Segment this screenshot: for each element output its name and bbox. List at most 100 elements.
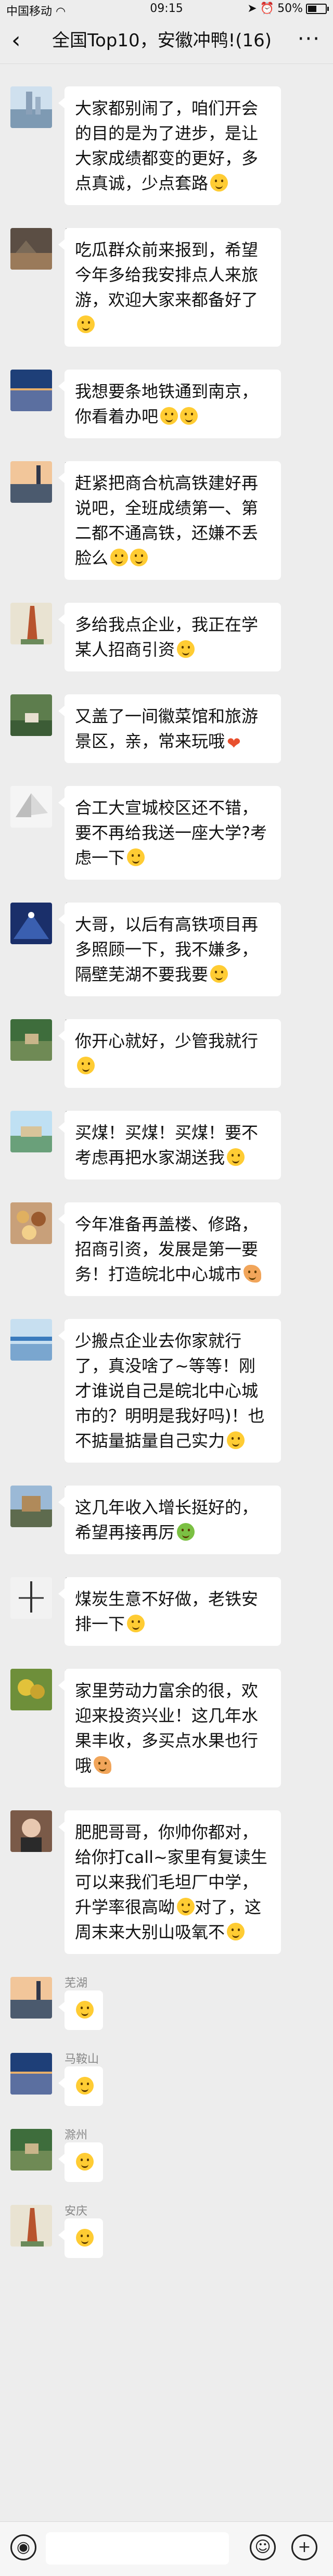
message-bubble[interactable] <box>58 2142 103 2182</box>
message-item: 芜湖 <box>0 1977 333 2030</box>
avatar[interactable] <box>10 1486 52 1527</box>
message-text: 大哥，以后有高铁项目再多照顾一下，我不嫌多，隔壁芜湖不要我要 <box>75 915 259 984</box>
message-item: 合肥大家都别闹了，咱们开会的目的是为了进步，是让大家成绩都变的更好，多点真诚，少… <box>0 86 333 205</box>
alarm-icon: ⏰ <box>260 2 275 15</box>
message-item: 滁州 <box>0 2129 333 2182</box>
message-text: 合工大宣城校区还不错，要不再给我送一座大学?考虑一下 <box>75 798 267 868</box>
input-bar: ◉ ☺ + <box>0 2521 333 2576</box>
avatar[interactable] <box>10 1810 52 1852</box>
smile-emoji <box>160 407 178 425</box>
sender-nickname: 安庆 <box>65 2205 88 2218</box>
avatar[interactable] <box>10 86 52 128</box>
battery-percent: 50% <box>277 2 303 15</box>
more-dots-icon[interactable]: ··· <box>298 27 321 51</box>
message-bubble[interactable]: 我想要条地铁通到南京，你看着办吧 <box>58 370 281 438</box>
avatar[interactable] <box>10 1977 52 2019</box>
voice-icon[interactable]: ◉ <box>10 2534 36 2560</box>
message-input[interactable] <box>46 2532 229 2565</box>
message-bubble[interactable]: 煤炭生意不好做，老铁安排一下 <box>58 1577 281 1646</box>
grin-emoji <box>77 315 95 333</box>
message-bubble[interactable]: 合工大宣城校区还不错，要不再给我送一座大学?考虑一下 <box>58 786 281 880</box>
avatar[interactable] <box>10 2053 52 2095</box>
message-bubble[interactable]: 大哥，以后有高铁项目再多照顾一下，我不嫌多，隔壁芜湖不要我要 <box>58 903 281 996</box>
message-item: 淮北煤炭生意不好做，老铁安排一下 <box>0 1577 333 1646</box>
avatar[interactable] <box>10 2205 52 2247</box>
message-item: 安庆多给我点企业，我正在学某人招商引资 <box>0 603 333 671</box>
message-bubble[interactable]: 赶紧把商合杭高铁建好再说吧，全班成绩第一、第二都不通高铁，还嫌不丢脸么 <box>58 461 281 580</box>
smile-emoji <box>127 848 145 866</box>
sender-nickname: 马鞍山 <box>65 2053 99 2066</box>
avatar[interactable] <box>10 1111 52 1152</box>
message-text: 煤炭生意不好做，老铁安排一下 <box>75 1589 259 1634</box>
location-icon: ➤ <box>247 2 257 15</box>
back-arrow-icon[interactable]: ‹ <box>11 29 21 52</box>
avatar[interactable] <box>10 603 52 644</box>
message-item: 阜阳今年准备再盖楼、修路，招商引资，发展是第一要务！打造皖北中心城市 <box>0 1202 333 1296</box>
emoji-face-icon[interactable]: ☺ <box>250 2534 276 2560</box>
smile-emoji <box>77 1057 95 1074</box>
avatar[interactable] <box>10 903 52 944</box>
message-item: 宿州家里劳动力富余的很，欢迎来投资兴业！这几年水果丰收，多买点水果也行哦 <box>0 1669 333 1787</box>
smile-emoji <box>180 407 198 425</box>
grin-emoji <box>177 640 195 658</box>
smile-emoji <box>76 2077 94 2095</box>
message-bubble[interactable]: 多给我点企业，我正在学某人招商引资 <box>58 603 281 671</box>
message-bubble[interactable]: 你开心就好，少管我就行 <box>58 1019 281 1088</box>
avatar[interactable] <box>10 1669 52 1710</box>
message-item: 滁州你开心就好，少管我就行 <box>0 1019 333 1088</box>
message-bubble[interactable]: 吃瓜群众前来报到，希望今年多给我安排点人来旅游，欢迎大家来都备好了 <box>58 228 281 347</box>
avatar[interactable] <box>10 370 52 411</box>
chat-header: ‹ 全国Top10，安徽冲鸭!(16) ··· <box>0 19 333 64</box>
message-bubble[interactable]: 这几年收入增长挺好的，希望再接再厉 <box>58 1486 281 1554</box>
message-text: 今年准备再盖楼、修路，招商引资，发展是第一要务！打造皖北中心城市 <box>75 1214 259 1284</box>
status-right: ➤ ⏰ 50% <box>247 2 329 15</box>
sender-nickname: 滁州 <box>65 2129 88 2142</box>
message-item: 安庆 <box>0 2205 333 2258</box>
avatar[interactable] <box>10 228 52 270</box>
message-item: 宣城合工大宣城校区还不错，要不再给我送一座大学?考虑一下 <box>0 786 333 880</box>
avatar[interactable] <box>10 2129 52 2171</box>
message-bubble[interactable]: 买煤！买煤！买煤！要不考虑再把水家湖送我 <box>58 1111 281 1179</box>
message-bubble[interactable] <box>58 2218 103 2258</box>
message-item: 蚌埠少搬点企业去你家就行了，真没啥了~等等！刚才谁说自己是皖北中心城市的？明明是… <box>0 1319 333 1463</box>
message-item: 六安肥肥哥哥，你帅你都对，给你打call~家里有复读生可以来我们毛坦厂中学，升学… <box>0 1810 333 1954</box>
chat-title: 全国Top10，安徽冲鸭!(16) <box>52 30 272 51</box>
message-item: 铜陵大哥，以后有高铁项目再多照顾一下，我不嫌多，隔壁芜湖不要我要 <box>0 903 333 996</box>
message-text: 多给我点企业，我正在学某人招商引资 <box>75 615 259 659</box>
message-item: 淮南买煤！买煤！买煤！要不考虑再把水家湖送我 <box>0 1111 333 1179</box>
battery-icon <box>306 3 329 14</box>
avatar[interactable] <box>10 786 52 828</box>
message-bubble[interactable]: 家里劳动力富余的很，欢迎来投资兴业！这几年水果丰收，多买点水果也行哦 <box>58 1669 281 1787</box>
status-bar: 中国移动 ◠ 09:15 ➤ ⏰ 50% <box>0 0 333 19</box>
smile-emoji <box>177 1898 195 1915</box>
hand-emoji <box>94 1756 112 1774</box>
avatar[interactable] <box>10 1202 52 1244</box>
message-item: 马鞍山 <box>0 2053 333 2106</box>
avatar[interactable] <box>10 1019 52 1061</box>
smile-emoji <box>76 2229 94 2247</box>
message-text: 吃瓜群众前来报到，希望今年多给我安排点人来旅游，欢迎大家来都备好了 <box>75 240 259 310</box>
message-list[interactable]: 合肥大家都别闹了，咱们开会的目的是为了进步，是让大家成绩都变的更好，多点真诚，少… <box>0 64 333 2258</box>
message-bubble[interactable]: 又盖了一间徽菜馆和旅游景区，亲，常来玩哦 <box>58 694 281 763</box>
avatar[interactable] <box>10 694 52 736</box>
message-text: 大家都别闹了，咱们开会的目的是为了进步，是让大家成绩都变的更好，多点真诚，少点套… <box>75 98 259 193</box>
avatar[interactable] <box>10 1319 52 1361</box>
message-bubble[interactable]: 大家都别闹了，咱们开会的目的是为了进步，是让大家成绩都变的更好，多点真诚，少点套… <box>58 86 281 205</box>
smile-emoji <box>76 2153 94 2171</box>
message-text: 这几年收入增长挺好的，希望再接再厉 <box>75 1498 259 1542</box>
message-bubble[interactable] <box>58 1990 103 2030</box>
message-bubble[interactable]: 今年准备再盖楼、修路，招商引资，发展是第一要务！打造皖北中心城市 <box>58 1202 281 1296</box>
grin-emoji <box>227 1148 245 1166</box>
smile-emoji <box>110 549 129 566</box>
avatar[interactable] <box>10 461 52 503</box>
message-bubble[interactable]: 肥肥哥哥，你帅你都对，给你打call~家里有复读生可以来我们毛坦厂中学，升学率很… <box>58 1810 281 1954</box>
smile-emoji <box>130 549 148 566</box>
message-bubble[interactable] <box>58 2066 103 2106</box>
message-item: 马鞍山我想要条地铁通到南京，你看着办吧 <box>0 370 333 438</box>
smile-emoji <box>210 174 228 192</box>
message-text: 你开心就好，少管我就行 <box>75 1031 259 1051</box>
message-bubble[interactable]: 少搬点企业去你家就行了，真没啥了~等等！刚才谁说自己是皖北中心城市的？明明是我好… <box>58 1319 281 1463</box>
plus-icon[interactable]: + <box>291 2534 317 2560</box>
heart-emoji <box>227 731 245 756</box>
avatar[interactable] <box>10 1577 52 1619</box>
